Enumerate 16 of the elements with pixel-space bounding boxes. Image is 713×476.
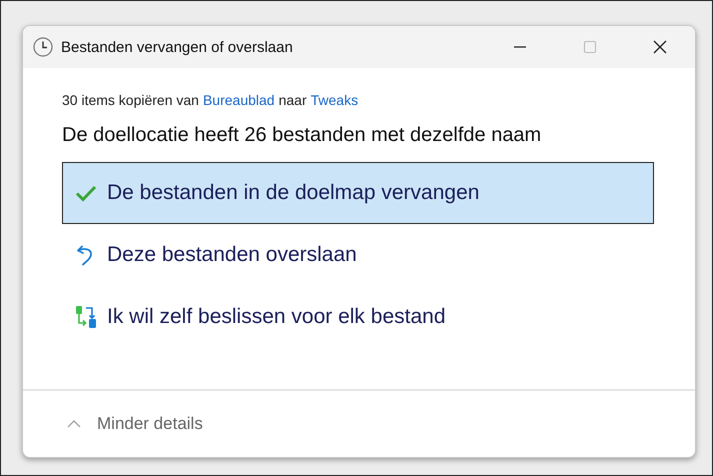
compare-files-icon	[75, 305, 97, 329]
chevron-up-icon	[67, 419, 81, 429]
details-toggle-button[interactable]: Minder details	[67, 414, 203, 434]
option-button[interactable]: Deze bestanden overslaan	[62, 224, 654, 286]
option-button[interactable]: De bestanden in de doelmap vervangen	[62, 162, 654, 224]
maximize-icon	[582, 39, 598, 55]
minimize-icon	[512, 46, 528, 48]
folder-link[interactable]: Bureaublad	[202, 92, 275, 108]
summary-text: 30 items kopiëren van	[62, 92, 199, 108]
clock-icon	[33, 37, 53, 57]
folder-link[interactable]: Tweaks	[310, 92, 358, 108]
conflict-heading: De doellocatie heeft 26 bestanden met dezelfde naam	[62, 124, 542, 147]
summary-text: naar	[278, 92, 307, 108]
close-icon	[652, 39, 668, 55]
option-button[interactable]: Ik wil zelf beslissen voor elk bestand	[62, 286, 654, 348]
window-title: Bestanden vervangen of overslaan	[61, 38, 293, 56]
